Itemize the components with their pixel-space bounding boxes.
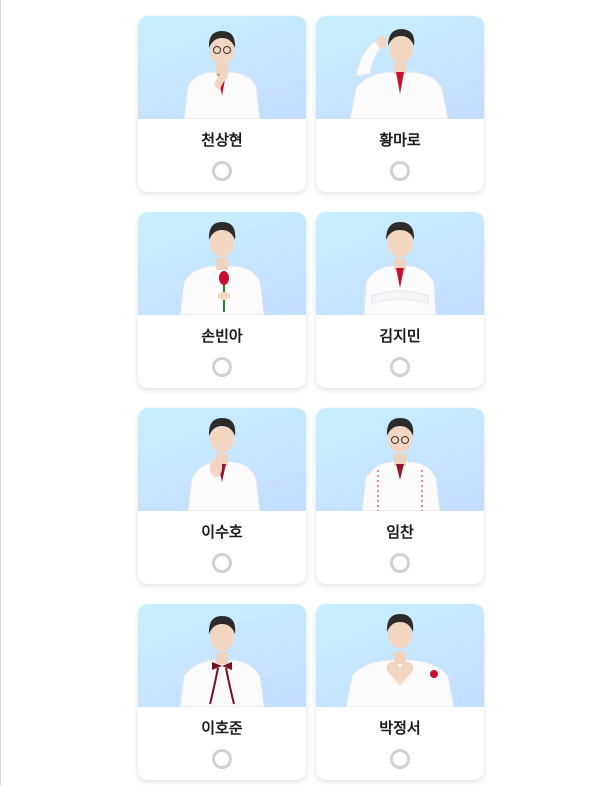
candidate-info: 김지민 bbox=[316, 315, 484, 388]
vote-radio[interactable] bbox=[390, 357, 410, 377]
candidate-info: 황마로 bbox=[316, 119, 484, 192]
candidate-info: 박정서 bbox=[316, 707, 484, 780]
candidate-card[interactable]: 김지민 bbox=[316, 212, 484, 388]
candidate-info: 천상현 bbox=[138, 119, 306, 192]
candidate-card[interactable]: 황마로 bbox=[316, 16, 484, 192]
candidate-name: 황마로 bbox=[379, 132, 421, 149]
candidate-card[interactable]: 손빈아 bbox=[138, 212, 306, 388]
candidate-info: 이호준 bbox=[138, 707, 306, 780]
candidate-photo bbox=[138, 408, 306, 511]
candidate-photo bbox=[138, 16, 306, 119]
vote-radio[interactable] bbox=[212, 357, 232, 377]
vote-page: 천상현 황마로 손빈아 김지민 이수호 임찬 이호준 박정서 bbox=[0, 0, 613, 785]
candidate-info: 임찬 bbox=[316, 511, 484, 584]
vote-radio[interactable] bbox=[390, 749, 410, 769]
candidate-photo bbox=[316, 212, 484, 315]
candidate-card[interactable]: 이수호 bbox=[138, 408, 306, 584]
candidate-name: 임찬 bbox=[386, 524, 414, 541]
candidate-name: 이수호 bbox=[201, 524, 243, 541]
candidate-name: 손빈아 bbox=[201, 328, 243, 345]
candidate-photo bbox=[316, 604, 484, 707]
candidate-card[interactable]: 박정서 bbox=[316, 604, 484, 780]
page-edge-divider bbox=[0, 0, 1, 785]
candidate-name: 박정서 bbox=[379, 720, 421, 737]
candidate-info: 이수호 bbox=[138, 511, 306, 584]
candidate-name: 천상현 bbox=[201, 132, 243, 149]
candidate-card[interactable]: 임찬 bbox=[316, 408, 484, 584]
candidate-photo bbox=[138, 212, 306, 315]
candidate-card[interactable]: 이호준 bbox=[138, 604, 306, 780]
candidate-photo bbox=[316, 408, 484, 511]
vote-radio[interactable] bbox=[212, 553, 232, 573]
candidate-card[interactable]: 천상현 bbox=[138, 16, 306, 192]
candidate-grid: 천상현 황마로 손빈아 김지민 이수호 임찬 이호준 박정서 bbox=[138, 16, 484, 780]
candidate-name: 이호준 bbox=[201, 720, 243, 737]
candidate-name: 김지민 bbox=[379, 328, 421, 345]
vote-radio[interactable] bbox=[212, 749, 232, 769]
vote-radio[interactable] bbox=[212, 161, 232, 181]
vote-radio[interactable] bbox=[390, 553, 410, 573]
vote-radio[interactable] bbox=[390, 161, 410, 181]
candidate-info: 손빈아 bbox=[138, 315, 306, 388]
candidate-photo bbox=[316, 16, 484, 119]
candidate-photo bbox=[138, 604, 306, 707]
